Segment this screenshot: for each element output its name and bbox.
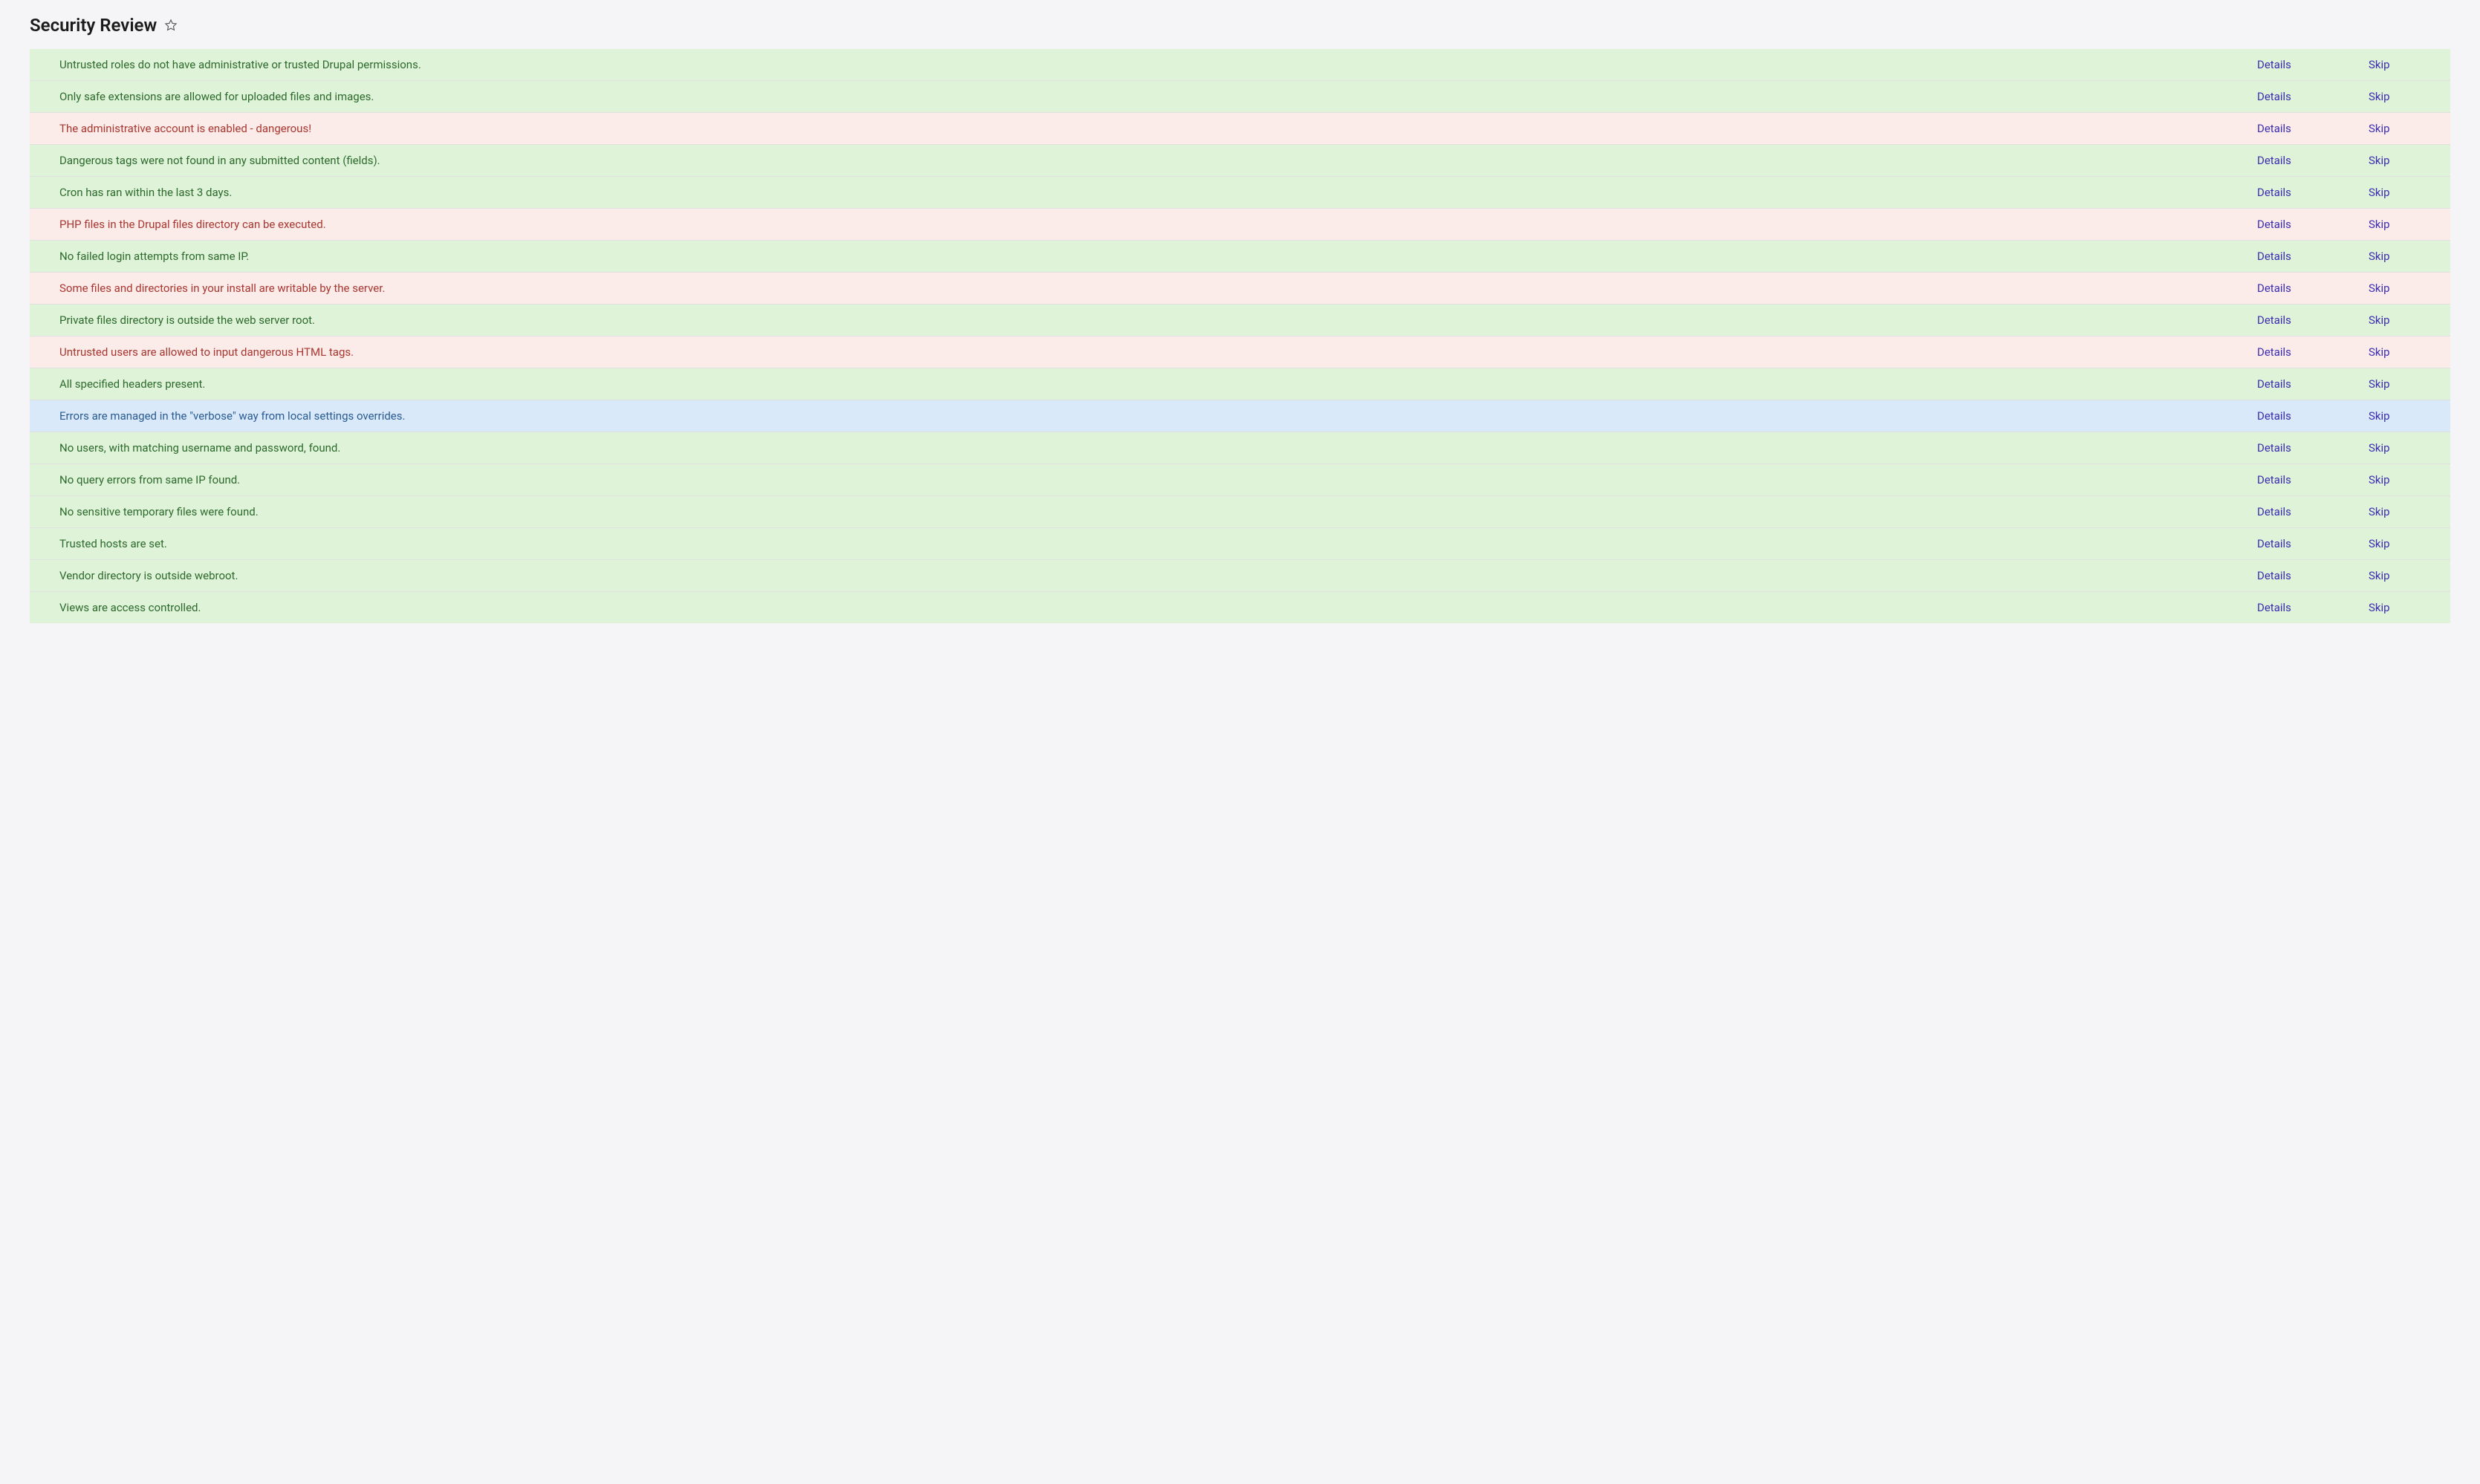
details-link[interactable]: Details [2257,90,2291,103]
check-actions: Details Skip [2257,409,2421,423]
check-actions: Details Skip [2257,537,2421,550]
details-link[interactable]: Details [2257,569,2291,582]
check-message: Vendor directory is outside webroot. [59,569,2257,582]
check-actions: Details Skip [2257,281,2421,295]
check-row: Cron has ran within the last 3 days.Deta… [30,177,2450,209]
details-link[interactable]: Details [2257,505,2291,518]
check-message: Only safe extensions are allowed for upl… [59,90,2257,103]
check-message: Untrusted roles do not have administrati… [59,58,2257,71]
page-title: Security Review [30,15,157,36]
details-link[interactable]: Details [2257,250,2291,263]
check-row: Some files and directories in your insta… [30,273,2450,305]
check-message: Dangerous tags were not found in any sub… [59,154,2257,167]
details-link[interactable]: Details [2257,537,2291,550]
details-link[interactable]: Details [2257,601,2291,614]
skip-link[interactable]: Skip [2369,569,2390,582]
details-link[interactable]: Details [2257,377,2291,391]
check-row: The administrative account is enabled - … [30,113,2450,145]
details-link[interactable]: Details [2257,473,2291,486]
star-icon[interactable] [164,19,178,32]
check-message: PHP files in the Drupal files directory … [59,218,2257,231]
skip-link[interactable]: Skip [2369,345,2390,359]
check-row: Private files directory is outside the w… [30,305,2450,336]
check-actions: Details Skip [2257,90,2421,103]
check-message: No users, with matching username and pas… [59,441,2257,455]
check-row: Dangerous tags were not found in any sub… [30,145,2450,177]
check-message: All specified headers present. [59,377,2257,391]
check-actions: Details Skip [2257,473,2421,486]
skip-link[interactable]: Skip [2369,281,2390,295]
skip-link[interactable]: Skip [2369,90,2390,103]
checks-list: Untrusted roles do not have administrati… [30,49,2450,623]
check-message: Private files directory is outside the w… [59,313,2257,327]
check-actions: Details Skip [2257,345,2421,359]
skip-link[interactable]: Skip [2369,218,2390,231]
check-row: No failed login attempts from same IP.De… [30,241,2450,273]
skip-link[interactable]: Skip [2369,58,2390,71]
skip-link[interactable]: Skip [2369,377,2390,391]
skip-link[interactable]: Skip [2369,154,2390,167]
skip-link[interactable]: Skip [2369,122,2390,135]
check-row: PHP files in the Drupal files directory … [30,209,2450,241]
check-message: Cron has ran within the last 3 days. [59,186,2257,199]
check-row: Vendor directory is outside webroot.Deta… [30,560,2450,592]
check-row: Untrusted users are allowed to input dan… [30,336,2450,368]
check-row: Errors are managed in the "verbose" way … [30,400,2450,432]
check-actions: Details Skip [2257,218,2421,231]
check-actions: Details Skip [2257,569,2421,582]
check-row: Views are access controlled.Details Skip [30,592,2450,623]
details-link[interactable]: Details [2257,122,2291,135]
check-actions: Details Skip [2257,122,2421,135]
check-row: All specified headers present.Details Ski… [30,368,2450,400]
check-actions: Details Skip [2257,377,2421,391]
check-message: No sensitive temporary files were found. [59,505,2257,518]
details-link[interactable]: Details [2257,58,2291,71]
check-actions: Details Skip [2257,186,2421,199]
check-row: Untrusted roles do not have administrati… [30,49,2450,81]
check-message: Views are access controlled. [59,601,2257,614]
check-message: Some files and directories in your insta… [59,281,2257,295]
details-link[interactable]: Details [2257,313,2291,327]
details-link[interactable]: Details [2257,186,2291,199]
details-link[interactable]: Details [2257,281,2291,295]
check-actions: Details Skip [2257,250,2421,263]
skip-link[interactable]: Skip [2369,441,2390,455]
check-row: No users, with matching username and pas… [30,432,2450,464]
check-message: Trusted hosts are set. [59,537,2257,550]
check-actions: Details Skip [2257,313,2421,327]
check-message: No query errors from same IP found. [59,473,2257,486]
skip-link[interactable]: Skip [2369,537,2390,550]
skip-link[interactable]: Skip [2369,601,2390,614]
check-message: No failed login attempts from same IP. [59,250,2257,263]
check-row: Only safe extensions are allowed for upl… [30,81,2450,113]
details-link[interactable]: Details [2257,441,2291,455]
check-message: The administrative account is enabled - … [59,122,2257,135]
skip-link[interactable]: Skip [2369,250,2390,263]
page-header: Security Review [30,15,2450,36]
check-message: Errors are managed in the "verbose" way … [59,409,2257,423]
skip-link[interactable]: Skip [2369,186,2390,199]
check-row: No sensitive temporary files were found.… [30,496,2450,528]
details-link[interactable]: Details [2257,154,2291,167]
skip-link[interactable]: Skip [2369,505,2390,518]
check-actions: Details Skip [2257,601,2421,614]
check-row: Trusted hosts are set.Details Skip [30,528,2450,560]
details-link[interactable]: Details [2257,218,2291,231]
check-actions: Details Skip [2257,441,2421,455]
check-actions: Details Skip [2257,505,2421,518]
check-row: No query errors from same IP found.Detai… [30,464,2450,496]
check-actions: Details Skip [2257,58,2421,71]
check-actions: Details Skip [2257,154,2421,167]
skip-link[interactable]: Skip [2369,313,2390,327]
skip-link[interactable]: Skip [2369,409,2390,423]
skip-link[interactable]: Skip [2369,473,2390,486]
check-message: Untrusted users are allowed to input dan… [59,345,2257,359]
details-link[interactable]: Details [2257,345,2291,359]
details-link[interactable]: Details [2257,409,2291,423]
